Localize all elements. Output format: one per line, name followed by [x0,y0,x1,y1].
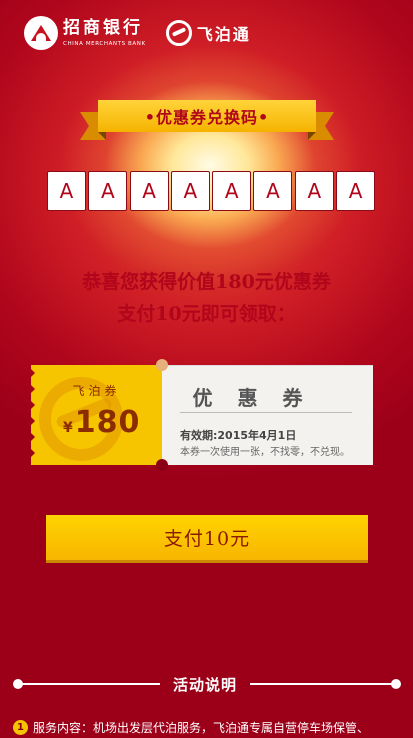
coupon-value: 180 [74,405,141,440]
coupon-body: 优 惠 券 有效期:2015年4月1日 本券一次使用一张，不找零，不兑现。 [162,365,373,465]
coupon-title: 优 惠 券 [192,386,312,410]
bank-name-cn: 招商银行 [63,17,143,38]
divider-dot-left [13,679,23,689]
coupon-card: 飞泊券 ¥ 180 优 惠 券 有效期:2015年4月1日 本券一次使用一张，不… [31,359,373,471]
feibotong-logo-icon [165,20,192,46]
coupon-notch-bottom [156,459,168,471]
activity-item-text: 服务内容：机场出发层代泊服务，飞泊通专属自营停车场保管、 [33,721,370,735]
code-char: A [88,171,128,211]
coupon-brand: 飞泊券 [72,384,121,398]
coupon-divider [180,412,352,413]
divider-dot-right [391,679,401,689]
coupon-notch-top [156,359,168,371]
item-number-badge: 1 [13,720,28,735]
partner-name: 飞泊通 [196,25,251,44]
pay-instruction: 支付10元即可领取： [117,303,296,325]
code-char: A [336,171,376,211]
coupon-rule: 本券一次使用一张，不找零，不兑现。 [180,447,350,458]
pay-button[interactable]: 支付10元 [46,515,368,563]
congrats-message: 恭喜您获得价值180元优惠券 [82,271,331,293]
coupon-stub: 飞泊券 ¥ 180 [31,365,162,465]
cmb-logo-icon [24,16,58,50]
code-char: A [170,171,210,211]
code-char: A [47,171,86,211]
code-char: A [212,171,252,211]
currency-symbol: ¥ [63,420,73,436]
code-char: A [129,171,169,211]
cmb-brand: 招商银行 CHINA MERCHANTS BANK [63,17,146,48]
ribbon-title: •优惠券兑换码• [98,100,316,132]
divider-line-right [250,683,396,685]
code-char: A [294,171,334,211]
activity-title: 活动说明 [172,676,237,694]
activity-item: 1 服务内容：机场出发层代泊服务，飞泊通专属自营停车场保管、 [13,719,369,736]
header: 招商银行 CHINA MERCHANTS BANK 飞泊通 [24,16,251,50]
coupon-amount: ¥ 180 [63,405,140,440]
coupon-validity: 有效期:2015年4月1日 [180,429,297,442]
bank-name-en: CHINA MERCHANTS BANK [63,40,146,47]
divider-line-left [18,683,160,685]
redeem-code-boxes: A A A A A A A A [47,171,377,211]
code-char: A [253,171,293,211]
ribbon-banner: •优惠券兑换码• [80,100,326,140]
